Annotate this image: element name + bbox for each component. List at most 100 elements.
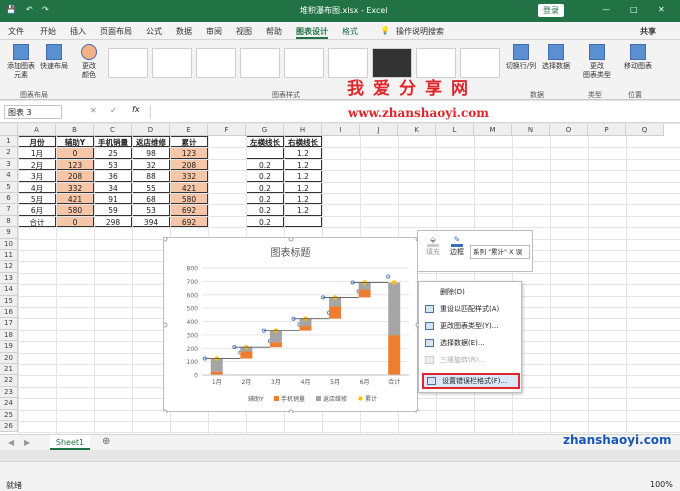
bar-phone-sales[interactable] [299, 326, 312, 331]
table-cell[interactable]: 0.2 [246, 170, 284, 182]
chart-style-4[interactable] [240, 48, 280, 78]
menu-item-format-error-bars[interactable]: 设置错误栏格式(F)... [422, 373, 520, 389]
column-header[interactable]: M [474, 124, 512, 136]
table-cell[interactable]: 合计 [18, 215, 56, 228]
cancel-icon[interactable]: ✕ [90, 106, 97, 115]
tab-formulas[interactable]: 公式 [146, 26, 162, 37]
table-cell[interactable]: 123 [170, 147, 208, 159]
row-header[interactable]: 9 [0, 227, 18, 239]
row-header[interactable]: 2 [0, 147, 18, 159]
column-header[interactable]: E [170, 124, 208, 136]
row-header[interactable]: 21 [0, 364, 18, 376]
row-header[interactable]: 6 [0, 193, 18, 205]
table-cell[interactable]: 0 [56, 215, 94, 228]
tab-home[interactable]: 开始 [40, 26, 56, 37]
table-cell[interactable]: 1.2 [284, 204, 322, 216]
row-header[interactable]: 17 [0, 318, 18, 330]
chart-plot-area[interactable]: 0 100 200 300 400 500 600 700 800 1月 2月 3月 4月 5月 6月 合计辅… [164, 238, 419, 413]
table-cell[interactable]: 1.2 [284, 158, 322, 171]
column-header[interactable]: A [18, 124, 56, 136]
table-cell[interactable]: 53 [94, 158, 132, 171]
table-cell[interactable]: 692 [170, 215, 208, 228]
switch-row-column-button[interactable]: 切换行/列 [504, 44, 538, 71]
add-sheet-icon[interactable]: ⊕ [102, 436, 110, 447]
chart-resize-handle[interactable] [164, 322, 168, 328]
outline-button[interactable]: ✎ 边框 [446, 235, 468, 257]
prev-sheet-icon[interactable]: ◀ [8, 438, 14, 447]
menu-item-reset-style[interactable]: 重设以匹配样式(A) [422, 301, 520, 317]
row-header[interactable]: 12 [0, 261, 18, 273]
tab-chart-design[interactable]: 图表设计 [296, 26, 328, 39]
row-header[interactable]: 23 [0, 386, 18, 399]
table-cell[interactable]: 208 [56, 170, 94, 182]
add-chart-element-button[interactable]: 添加图表 元素 [4, 44, 38, 80]
row-header[interactable]: 15 [0, 295, 18, 307]
change-chart-type-button[interactable]: 更改 图表类型 [582, 44, 612, 80]
table-cell[interactable]: 25 [94, 147, 132, 159]
table-cell[interactable]: 421 [170, 181, 208, 193]
bar-phone-sales[interactable] [329, 306, 342, 319]
row-header[interactable]: 3 [0, 158, 18, 171]
row-header[interactable]: 4 [0, 170, 18, 182]
column-header[interactable]: F [208, 124, 246, 136]
table-cell[interactable]: 0.2 [246, 158, 284, 171]
select-data-button[interactable]: 选择数据 [540, 44, 572, 71]
row-header[interactable]: 7 [0, 204, 18, 216]
column-header[interactable]: P [588, 124, 626, 136]
fill-button[interactable]: ⬙ 填充 [422, 235, 444, 257]
row-header[interactable]: 5 [0, 181, 18, 193]
row-header[interactable]: 10 [0, 238, 18, 250]
bar-phone-sales[interactable] [358, 289, 371, 298]
table-cell[interactable]: 4月 [18, 181, 56, 193]
tab-review[interactable]: 审阅 [206, 26, 222, 37]
table-cell[interactable]: 88 [132, 170, 170, 182]
table-cell[interactable]: 1.2 [284, 170, 322, 182]
select-all-corner[interactable] [0, 124, 18, 136]
bar-phone-sales[interactable] [388, 335, 401, 375]
column-header[interactable]: I [322, 124, 360, 136]
row-header[interactable]: 8 [0, 215, 18, 228]
bar-store-repair[interactable] [388, 282, 401, 336]
cumulative-point[interactable] [392, 280, 397, 285]
chart-style-5[interactable] [284, 48, 324, 78]
tab-page-layout[interactable]: 页面布局 [100, 26, 132, 37]
chart-resize-handle[interactable] [164, 238, 168, 242]
row-header[interactable]: 13 [0, 272, 18, 285]
legend-entry[interactable]: 手机销量 [281, 395, 305, 403]
table-cell[interactable]: 月份 [18, 136, 56, 148]
table-cell[interactable]: 辅助Y [56, 136, 94, 148]
table-cell[interactable]: 68 [132, 193, 170, 205]
table-cell[interactable]: 123 [56, 158, 94, 171]
table-cell[interactable]: 累计 [170, 136, 208, 148]
table-cell[interactable]: 36 [94, 170, 132, 182]
enter-icon[interactable]: ✓ [110, 106, 117, 115]
function-icon[interactable]: fx [132, 105, 140, 114]
table-cell[interactable]: 左横线长 [246, 136, 284, 148]
tell-me-search[interactable]: 操作说明搜索 [396, 26, 444, 37]
table-cell[interactable]: 91 [94, 193, 132, 205]
table-cell[interactable]: 3月 [18, 170, 56, 182]
row-header[interactable]: 14 [0, 284, 18, 296]
table-cell[interactable]: 208 [170, 158, 208, 171]
legend-entry[interactable]: 辅助Y [248, 395, 264, 403]
tab-help[interactable]: 帮助 [266, 26, 282, 37]
table-cell[interactable]: 55 [132, 181, 170, 193]
column-header[interactable]: J [360, 124, 398, 136]
chart-style-1[interactable] [108, 48, 148, 78]
column-header[interactable]: C [94, 124, 132, 136]
quick-layout-button[interactable]: 快速布局 [38, 44, 70, 71]
column-header[interactable]: B [56, 124, 94, 136]
table-cell[interactable] [284, 215, 322, 228]
table-cell[interactable]: 394 [132, 215, 170, 228]
tab-view[interactable]: 视图 [236, 26, 252, 37]
column-header[interactable]: N [512, 124, 550, 136]
menu-item-change-chart-type[interactable]: 更改图表类型(Y)... [422, 318, 520, 334]
tab-format[interactable]: 格式 [342, 26, 358, 37]
zoom-level[interactable]: 100% [650, 480, 673, 489]
row-header[interactable]: 16 [0, 307, 18, 319]
column-header[interactable]: H [284, 124, 322, 136]
table-cell[interactable]: 32 [132, 158, 170, 171]
table-cell[interactable]: 2月 [18, 158, 56, 171]
row-header[interactable]: 11 [0, 250, 18, 262]
table-cell[interactable]: 6月 [18, 204, 56, 216]
